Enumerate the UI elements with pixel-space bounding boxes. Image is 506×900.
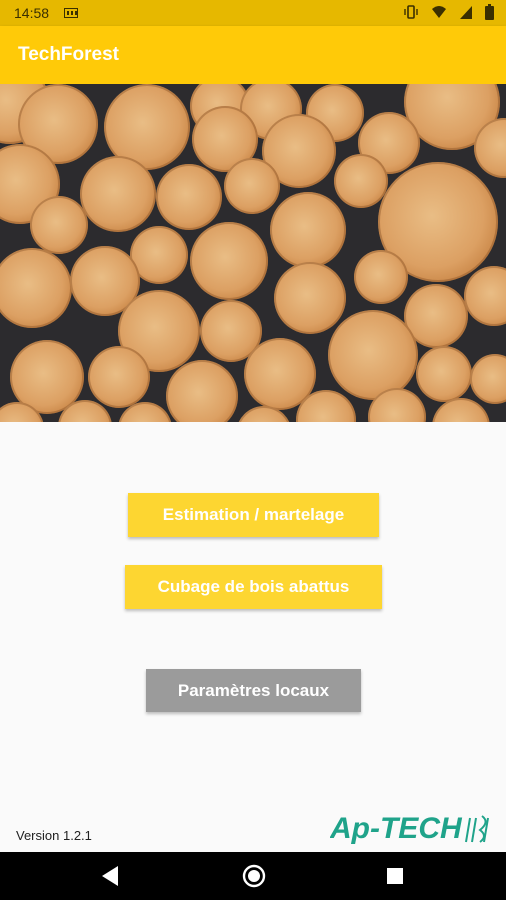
estimation-button[interactable]: Estimation / martelage bbox=[128, 493, 379, 537]
app-bar: TechForest bbox=[0, 26, 506, 84]
parametres-button[interactable]: Paramètres locaux bbox=[146, 669, 361, 712]
log bbox=[88, 346, 150, 408]
status-bar: 14:58 bbox=[0, 0, 506, 26]
logo-text: Ap-TECH bbox=[330, 812, 463, 845]
ap-tech-logo: Ap-TECH bbox=[330, 812, 489, 845]
logo-mark-icon bbox=[465, 815, 489, 843]
log bbox=[334, 154, 388, 208]
battery-icon bbox=[485, 4, 494, 20]
log bbox=[416, 346, 472, 402]
log bbox=[224, 158, 280, 214]
log bbox=[156, 164, 222, 230]
log bbox=[328, 310, 418, 400]
cubage-button[interactable]: Cubage de bois abattus bbox=[125, 565, 382, 609]
log bbox=[30, 196, 88, 254]
version-label: Version 1.2.1 bbox=[16, 828, 92, 843]
log bbox=[190, 222, 268, 300]
navigation-bar bbox=[0, 852, 506, 900]
status-time: 14:58 bbox=[14, 5, 50, 21]
log bbox=[166, 360, 238, 422]
back-icon[interactable] bbox=[100, 865, 120, 887]
log bbox=[0, 248, 72, 328]
wifi-icon bbox=[432, 6, 446, 18]
hero-image-logs bbox=[0, 84, 506, 422]
log bbox=[464, 266, 506, 326]
sim-card-icon bbox=[64, 8, 78, 18]
log bbox=[80, 156, 156, 232]
home-icon[interactable] bbox=[241, 863, 267, 889]
log bbox=[274, 262, 346, 334]
app-title: TechForest bbox=[18, 44, 120, 65]
log bbox=[470, 354, 506, 404]
log bbox=[354, 250, 408, 304]
signal-icon bbox=[460, 6, 472, 19]
log bbox=[270, 192, 346, 268]
vibrate-icon bbox=[404, 5, 418, 19]
status-icons bbox=[403, 4, 494, 20]
recents-icon[interactable] bbox=[387, 868, 403, 884]
